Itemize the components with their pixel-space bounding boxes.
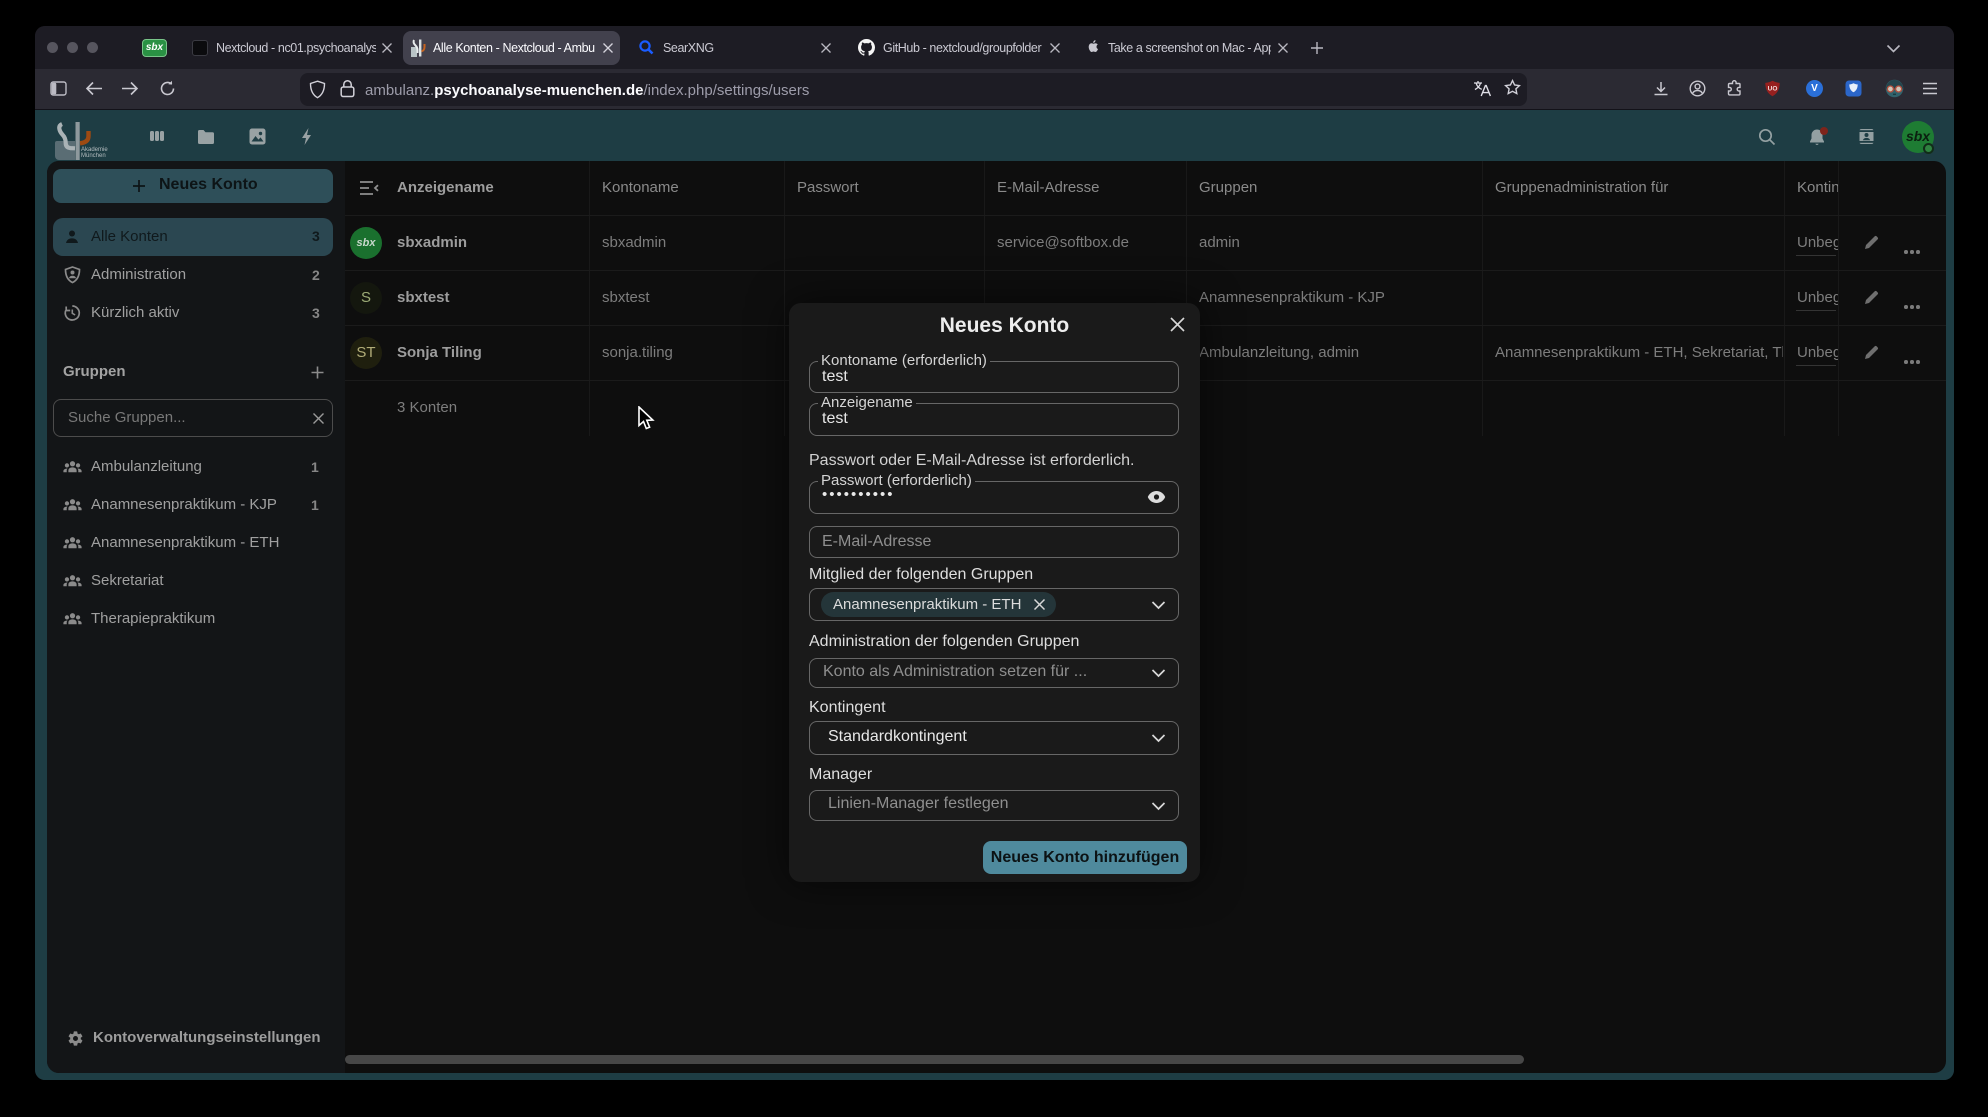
svg-text:UO: UO: [1768, 86, 1778, 93]
